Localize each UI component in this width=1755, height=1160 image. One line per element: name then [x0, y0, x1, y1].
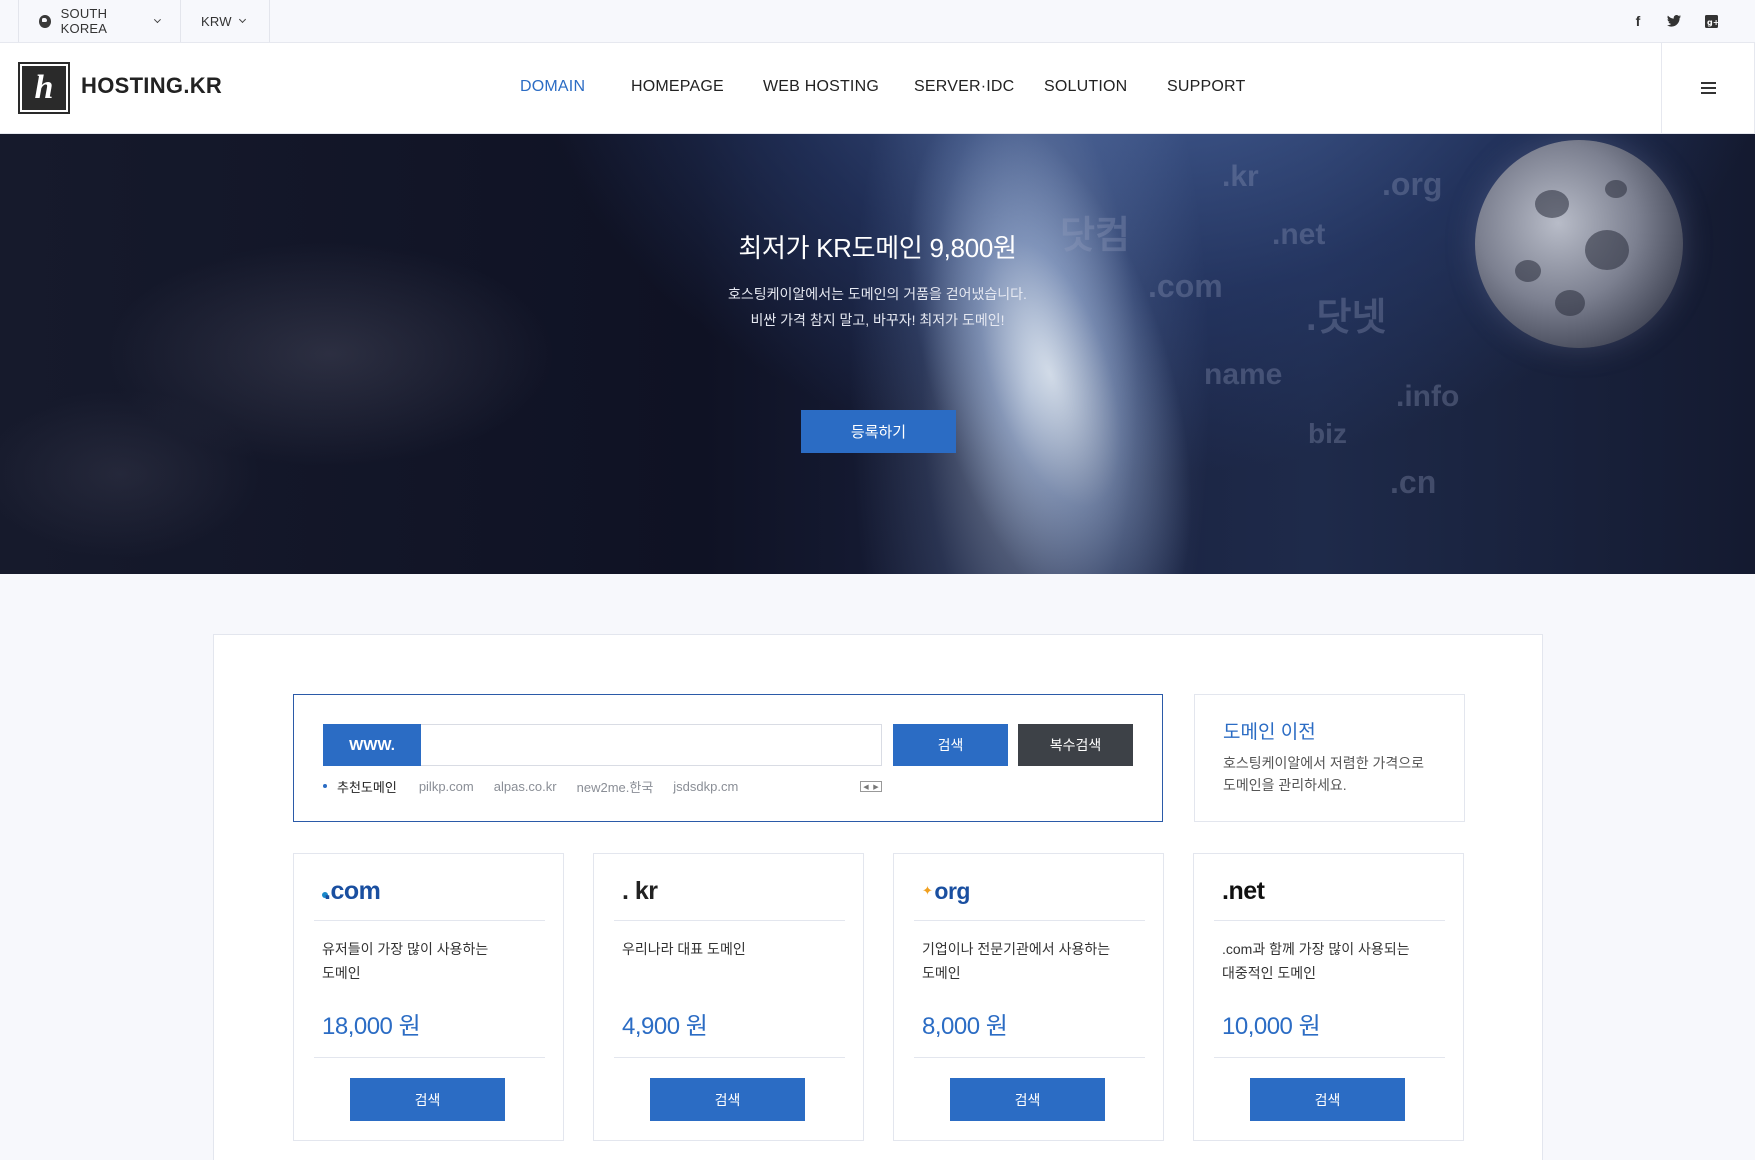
domain-search-box: WWW. 검색 복수검색 추천도메인 pilkp.com alpas.co.kr…	[293, 694, 1163, 822]
deco-info: .info	[1396, 380, 1460, 413]
card-search-button[interactable]: 검색	[350, 1078, 505, 1121]
recommended-label: 추천도메인	[337, 779, 397, 795]
tld-card-com: .com 유저들이 가장 많이 사용하는도메인 18,000 원 검색	[293, 853, 564, 1141]
currency-label: KRW	[201, 13, 232, 29]
hero-subtitle-2: 비싼 가격 참지 말고, 바꾸자! 최저가 도메인!	[750, 312, 1005, 328]
hero-title: 최저가 KR도메인 9,800원	[738, 233, 1017, 263]
logo-text[interactable]: HOSTING.KR	[81, 73, 222, 99]
nav-server-idc[interactable]: SERVER·IDC	[914, 78, 1014, 96]
twitter-icon[interactable]	[1664, 0, 1684, 42]
tld-card-org: ✦ org 기업이나 전문기관에서 사용하는도메인 8,000 원 검색	[893, 853, 1164, 1141]
nav-web-hosting[interactable]: WEB HOSTING	[763, 78, 879, 96]
card-search-button[interactable]: 검색	[1250, 1078, 1405, 1121]
suggested-domain[interactable]: pilkp.com	[419, 779, 474, 794]
domain-search-input[interactable]	[421, 724, 882, 766]
logo-mark: h	[22, 66, 66, 110]
tld-card-net: .net .com과 함께 가장 많이 사용되는대중적인 도메인 10,000 …	[1193, 853, 1464, 1141]
earth-night-lights	[0, 134, 700, 574]
main-header: h HOSTING.KR DOMAIN HOMEPAGE WEB HOSTING…	[0, 43, 1755, 134]
suggested-domain[interactable]: jsdsdkp.cm	[673, 779, 738, 794]
deco-org: .org	[1382, 166, 1443, 202]
search-button[interactable]: 검색	[893, 724, 1008, 766]
hero-banner: .kr .org 닷컴 .net .com .닷넷 name .info biz…	[0, 134, 1755, 574]
tld-card-kr: . kr 우리나라 대표 도메인 4,900 원 검색	[593, 853, 864, 1141]
earth-glow	[849, 134, 1251, 574]
card-desc-1: 기업이나 전문기관에서 사용하는	[922, 941, 1111, 957]
nav-homepage[interactable]: HOMEPAGE	[631, 78, 724, 96]
google-plus-icon[interactable]: g+	[1701, 0, 1721, 42]
suggested-domain[interactable]: alpas.co.kr	[494, 779, 557, 794]
currency-selector[interactable]: KRW	[181, 0, 270, 42]
card-price: 10,000 원	[1222, 1013, 1321, 1040]
transfer-desc-2: 도메인을 관리하세요.	[1223, 777, 1347, 793]
tld-logo-net: .net	[1222, 876, 1265, 905]
star-icon: ✦	[922, 883, 933, 898]
bullet-icon	[323, 784, 327, 788]
card-desc-2: 대중적인 도메인	[1222, 965, 1317, 981]
transfer-desc-1: 호스팅케이알에서 저렴한 가격으로	[1223, 755, 1424, 771]
recommended-domains: 추천도메인 pilkp.com alpas.co.kr new2me.한국 js…	[323, 776, 758, 796]
card-price: 18,000 원	[322, 1013, 421, 1040]
menu-button[interactable]	[1661, 43, 1755, 133]
deco-cn: .cn	[1390, 464, 1437, 500]
tld-logo-org: ✦ org	[922, 877, 970, 904]
arrow-left-icon[interactable]: ◀	[863, 783, 868, 791]
card-desc-1: 유저들이 가장 많이 사용하는	[322, 941, 489, 957]
country-selector[interactable]: SOUTH KOREA	[18, 0, 181, 42]
suggested-domain[interactable]: new2me.한국	[577, 777, 654, 796]
multi-search-button[interactable]: 복수검색	[1018, 724, 1133, 766]
card-search-button[interactable]: 검색	[650, 1078, 805, 1121]
hero-subtitle-1: 호스팅케이알에서는 도메인의 거품을 걷어냈습니다.	[728, 286, 1027, 302]
nav-solution[interactable]: SOLUTION	[1044, 78, 1127, 96]
deco-kr: .kr	[1222, 160, 1259, 193]
www-prefix: WWW.	[323, 724, 421, 766]
register-button[interactable]: 등록하기	[801, 410, 956, 453]
nav-support[interactable]: SUPPORT	[1167, 78, 1245, 96]
card-search-button[interactable]: 검색	[950, 1078, 1105, 1121]
nav-domain[interactable]: DOMAIN	[520, 78, 585, 96]
card-price: 4,900 원	[622, 1013, 708, 1040]
domain-transfer-box[interactable]: 도메인 이전 호스팅케이알에서 저렴한 가격으로 도메인을 관리하세요.	[1194, 694, 1465, 822]
facebook-icon[interactable]: f	[1628, 0, 1648, 42]
chevron-down-icon	[238, 15, 246, 24]
globe-icon	[39, 14, 51, 28]
domain-panel: WWW. 검색 복수검색 추천도메인 pilkp.com alpas.co.kr…	[213, 634, 1543, 1160]
card-price: 8,000 원	[922, 1013, 1008, 1040]
card-desc-1: .com과 함께 가장 많이 사용되는	[1222, 941, 1410, 957]
tld-logo-kr: . kr	[622, 876, 658, 905]
tld-logo-com: .com	[322, 876, 381, 905]
logo[interactable]: h	[18, 62, 70, 114]
transfer-title: 도메인 이전	[1223, 722, 1316, 743]
card-desc-2: 도메인	[322, 965, 361, 981]
suggestion-nav-arrows[interactable]: ◀ ▶	[860, 781, 882, 792]
arrow-right-icon[interactable]: ▶	[873, 783, 878, 791]
card-desc-2: 도메인	[922, 965, 961, 981]
hamburger-icon	[1700, 82, 1716, 94]
svg-text:g+: g+	[1707, 18, 1718, 27]
top-bar: SOUTH KOREA KRW f g+	[0, 0, 1755, 43]
chevron-down-icon	[154, 16, 162, 23]
deco-name: name	[1204, 358, 1283, 391]
card-desc-1: 우리나라 대표 도메인	[622, 941, 746, 957]
deco-biz: biz	[1308, 418, 1347, 449]
country-label: SOUTH KOREA	[60, 6, 108, 36]
